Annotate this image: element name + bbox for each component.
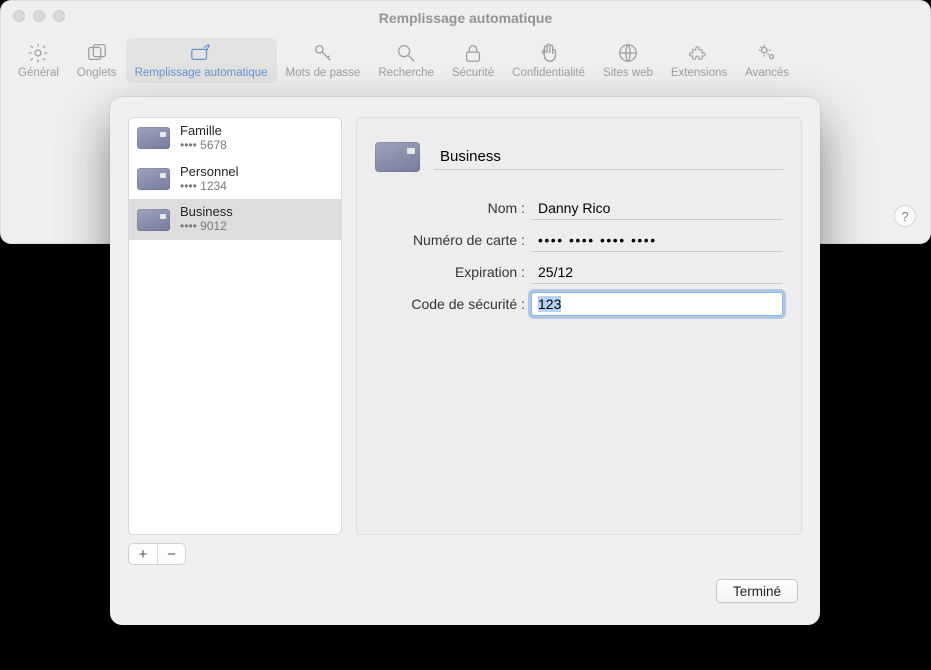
window-title: Remplissage automatique [1,10,930,26]
security-code-field[interactable] [531,292,783,316]
card-number-field[interactable] [531,228,783,252]
add-remove-control: + − [128,543,186,565]
toolbar-label: Recherche [378,67,434,79]
credit-card-icon [375,142,420,172]
search-icon [395,42,417,64]
globe-icon [617,42,639,64]
card-description-field[interactable] [434,144,783,170]
expiration-label: Expiration : [375,264,531,280]
card-last-digits: •••• 5678 [180,139,227,153]
toolbar-label: Général [18,67,59,79]
expiration-field[interactable] [531,260,783,284]
toolbar-label: Mots de passe [286,67,361,79]
card-list-item[interactable]: Personnel •••• 1234 [129,159,341,200]
card-detail-pane: Nom : Numéro de carte : Expiration : Cod… [356,117,802,535]
card-list-item[interactable]: Business •••• 9012 [129,199,341,240]
credit-card-icon [137,168,170,190]
gears-icon [756,42,778,64]
toolbar-label: Extensions [671,67,727,79]
preferences-toolbar: Général Onglets Remplissage automatique … [1,33,930,87]
gear-icon [27,42,49,64]
cardholder-name-field[interactable] [531,196,783,220]
credit-card-icon [137,209,170,231]
toolbar-item-tabs[interactable]: Onglets [68,38,126,83]
toolbar-item-autofill[interactable]: Remplissage automatique [126,38,277,83]
card-number-label: Numéro de carte : [375,232,531,248]
credit-card-icon [137,127,170,149]
remove-card-button[interactable]: − [157,544,185,564]
toolbar-item-privacy[interactable]: Confidentialité [503,38,594,83]
card-name: Personnel [180,165,239,180]
toolbar-item-search[interactable]: Recherche [369,38,443,83]
done-button[interactable]: Terminé [716,579,798,603]
toolbar-label: Sécurité [452,67,494,79]
add-card-button[interactable]: + [129,544,157,564]
card-name: Business [180,205,233,220]
cardholder-name-label: Nom : [375,200,531,216]
card-list-item[interactable]: Famille •••• 5678 [129,118,341,159]
tabs-icon [86,42,108,64]
key-icon [312,42,334,64]
toolbar-item-advanced[interactable]: Avancés [736,38,798,83]
toolbar-item-extensions[interactable]: Extensions [662,38,736,83]
toolbar-label: Sites web [603,67,653,79]
toolbar-item-passwords[interactable]: Mots de passe [277,38,370,83]
toolbar-label: Avancés [745,67,789,79]
toolbar-label: Confidentialité [512,67,585,79]
help-button[interactable]: ? [894,205,916,227]
toolbar-label: Remplissage automatique [135,67,268,79]
credit-card-list[interactable]: Famille •••• 5678 Personnel •••• 1234 Bu… [128,117,342,535]
puzzle-icon [688,42,710,64]
hand-icon [538,42,560,64]
toolbar-item-general[interactable]: Général [9,38,68,83]
autofill-icon [190,42,212,64]
card-last-digits: •••• 9012 [180,220,233,234]
toolbar-label: Onglets [77,67,117,79]
toolbar-item-security[interactable]: Sécurité [443,38,503,83]
autofill-cards-sheet: Famille •••• 5678 Personnel •••• 1234 Bu… [110,97,820,625]
lock-icon [462,42,484,64]
card-name: Famille [180,124,227,139]
card-last-digits: •••• 1234 [180,180,239,194]
toolbar-item-websites[interactable]: Sites web [594,38,662,83]
security-code-label: Code de sécurité : [375,296,531,312]
